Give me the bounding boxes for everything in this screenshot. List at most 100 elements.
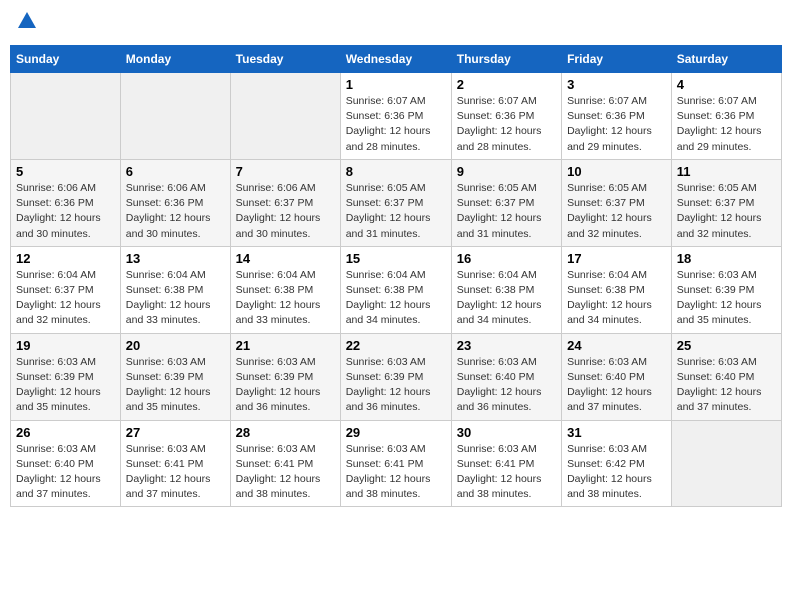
day-number: 19 xyxy=(16,338,115,353)
day-number: 20 xyxy=(126,338,225,353)
day-info: Sunrise: 6:05 AM Sunset: 6:37 PM Dayligh… xyxy=(457,181,556,242)
day-info: Sunrise: 6:06 AM Sunset: 6:37 PM Dayligh… xyxy=(236,181,335,242)
calendar-week-1: 1Sunrise: 6:07 AM Sunset: 6:36 PM Daylig… xyxy=(11,73,782,160)
weekday-header-wednesday: Wednesday xyxy=(340,46,451,73)
weekday-header-saturday: Saturday xyxy=(671,46,781,73)
calendar-cell: 3Sunrise: 6:07 AM Sunset: 6:36 PM Daylig… xyxy=(562,73,672,160)
weekday-header-row: SundayMondayTuesdayWednesdayThursdayFrid… xyxy=(11,46,782,73)
calendar-cell: 14 Sunrise: 6:04 AM Sunset: 6:38 PM Dayli… xyxy=(230,246,340,333)
calendar-cell xyxy=(120,73,230,160)
day-info: Sunrise: 6:04 AM Sunset: 6:38 PM Dayligh… xyxy=(457,268,556,329)
day-info: Sunrise: 6:05 AM Sunset: 6:37 PM Dayligh… xyxy=(567,181,666,242)
calendar-cell xyxy=(671,420,781,507)
calendar-week-4: 19 Sunrise: 6:03 AM Sunset: 6:39 PM Dayli… xyxy=(11,333,782,420)
day-info: Sunrise: 6:03 AM Sunset: 6:40 PM Dayligh… xyxy=(567,355,666,416)
weekday-header-tuesday: Tuesday xyxy=(230,46,340,73)
day-number: 31 xyxy=(567,425,666,440)
calendar-cell: 30 Sunrise: 6:03 AM Sunset: 6:41 PM Dayli… xyxy=(451,420,561,507)
calendar-cell: 16 Sunrise: 6:04 AM Sunset: 6:38 PM Dayli… xyxy=(451,246,561,333)
calendar-cell: 28 Sunrise: 6:03 AM Sunset: 6:41 PM Dayli… xyxy=(230,420,340,507)
day-number: 17 xyxy=(567,251,666,266)
day-number: 3 xyxy=(567,77,666,92)
day-info: Sunrise: 6:04 AM Sunset: 6:38 PM Dayligh… xyxy=(236,268,335,329)
calendar-cell: 26Sunrise: 6:03 AM Sunset: 6:40 PM Dayli… xyxy=(11,420,121,507)
day-number: 24 xyxy=(567,338,666,353)
calendar-week-3: 12 Sunrise: 6:04 AM Sunset: 6:37 PM Dayli… xyxy=(11,246,782,333)
day-info: Sunrise: 6:03 AM Sunset: 6:42 PM Dayligh… xyxy=(567,442,666,503)
day-info: Sunrise: 6:03 AM Sunset: 6:39 PM Dayligh… xyxy=(677,268,776,329)
day-info: Sunrise: 6:04 AM Sunset: 6:37 PM Dayligh… xyxy=(16,268,115,329)
day-info: Sunrise: 6:03 AM Sunset: 6:41 PM Dayligh… xyxy=(346,442,446,503)
page-header xyxy=(10,10,782,37)
day-info: Sunrise: 6:03 AM Sunset: 6:39 PM Dayligh… xyxy=(16,355,115,416)
day-info: Sunrise: 6:06 AM Sunset: 6:36 PM Dayligh… xyxy=(16,181,115,242)
calendar-cell: 6Sunrise: 6:06 AM Sunset: 6:36 PM Daylig… xyxy=(120,159,230,246)
day-info: Sunrise: 6:03 AM Sunset: 6:41 PM Dayligh… xyxy=(126,442,225,503)
day-number: 9 xyxy=(457,164,556,179)
calendar-cell xyxy=(230,73,340,160)
calendar-cell: 9 Sunrise: 6:05 AM Sunset: 6:37 PM Daylig… xyxy=(451,159,561,246)
day-number: 25 xyxy=(677,338,776,353)
day-number: 7 xyxy=(236,164,335,179)
calendar-cell: 22 Sunrise: 6:03 AM Sunset: 6:39 PM Dayli… xyxy=(340,333,451,420)
day-number: 30 xyxy=(457,425,556,440)
calendar-cell: 23Sunrise: 6:03 AM Sunset: 6:40 PM Dayli… xyxy=(451,333,561,420)
calendar-cell: 25 Sunrise: 6:03 AM Sunset: 6:40 PM Dayli… xyxy=(671,333,781,420)
calendar-cell: 15Sunrise: 6:04 AM Sunset: 6:38 PM Dayli… xyxy=(340,246,451,333)
logo-icon xyxy=(16,10,38,32)
calendar-cell: 7 Sunrise: 6:06 AM Sunset: 6:37 PM Daylig… xyxy=(230,159,340,246)
calendar-cell: 21Sunrise: 6:03 AM Sunset: 6:39 PM Dayli… xyxy=(230,333,340,420)
day-info: Sunrise: 6:03 AM Sunset: 6:40 PM Dayligh… xyxy=(16,442,115,503)
day-info: Sunrise: 6:03 AM Sunset: 6:39 PM Dayligh… xyxy=(126,355,225,416)
calendar-cell: 27Sunrise: 6:03 AM Sunset: 6:41 PM Dayli… xyxy=(120,420,230,507)
calendar-cell: 31 Sunrise: 6:03 AM Sunset: 6:42 PM Dayli… xyxy=(562,420,672,507)
calendar-cell: 5 Sunrise: 6:06 AM Sunset: 6:36 PM Daylig… xyxy=(11,159,121,246)
day-number: 16 xyxy=(457,251,556,266)
calendar-cell: 19 Sunrise: 6:03 AM Sunset: 6:39 PM Dayli… xyxy=(11,333,121,420)
day-number: 18 xyxy=(677,251,776,266)
weekday-header-sunday: Sunday xyxy=(11,46,121,73)
calendar-cell: 17 Sunrise: 6:04 AM Sunset: 6:38 PM Dayli… xyxy=(562,246,672,333)
day-number: 29 xyxy=(346,425,446,440)
day-info: Sunrise: 6:03 AM Sunset: 6:40 PM Dayligh… xyxy=(677,355,776,416)
day-number: 11 xyxy=(677,164,776,179)
day-number: 12 xyxy=(16,251,115,266)
weekday-header-thursday: Thursday xyxy=(451,46,561,73)
day-info: Sunrise: 6:07 AM Sunset: 6:36 PM Dayligh… xyxy=(677,94,776,155)
calendar-cell: 4Sunrise: 6:07 AM Sunset: 6:36 PM Daylig… xyxy=(671,73,781,160)
day-number: 14 xyxy=(236,251,335,266)
day-info: Sunrise: 6:07 AM Sunset: 6:36 PM Dayligh… xyxy=(457,94,556,155)
day-info: Sunrise: 6:03 AM Sunset: 6:39 PM Dayligh… xyxy=(346,355,446,416)
calendar-cell: 10 Sunrise: 6:05 AM Sunset: 6:37 PM Dayli… xyxy=(562,159,672,246)
calendar-cell: 13Sunrise: 6:04 AM Sunset: 6:38 PM Dayli… xyxy=(120,246,230,333)
day-number: 23 xyxy=(457,338,556,353)
day-info: Sunrise: 6:03 AM Sunset: 6:41 PM Dayligh… xyxy=(457,442,556,503)
calendar-cell: 1Sunrise: 6:07 AM Sunset: 6:36 PM Daylig… xyxy=(340,73,451,160)
day-info: Sunrise: 6:03 AM Sunset: 6:41 PM Dayligh… xyxy=(236,442,335,503)
day-number: 15 xyxy=(346,251,446,266)
day-info: Sunrise: 6:05 AM Sunset: 6:37 PM Dayligh… xyxy=(677,181,776,242)
day-number: 10 xyxy=(567,164,666,179)
calendar-cell: 29 Sunrise: 6:03 AM Sunset: 6:41 PM Dayli… xyxy=(340,420,451,507)
calendar-cell xyxy=(11,73,121,160)
day-number: 21 xyxy=(236,338,335,353)
calendar-cell: 12 Sunrise: 6:04 AM Sunset: 6:37 PM Dayli… xyxy=(11,246,121,333)
day-number: 22 xyxy=(346,338,446,353)
weekday-header-friday: Friday xyxy=(562,46,672,73)
calendar-table: SundayMondayTuesdayWednesdayThursdayFrid… xyxy=(10,45,782,507)
calendar-week-2: 5 Sunrise: 6:06 AM Sunset: 6:36 PM Daylig… xyxy=(11,159,782,246)
day-number: 8 xyxy=(346,164,446,179)
day-number: 28 xyxy=(236,425,335,440)
calendar-cell: 2 Sunrise: 6:07 AM Sunset: 6:36 PM Daylig… xyxy=(451,73,561,160)
day-info: Sunrise: 6:04 AM Sunset: 6:38 PM Dayligh… xyxy=(567,268,666,329)
day-number: 5 xyxy=(16,164,115,179)
calendar-cell: 24 Sunrise: 6:03 AM Sunset: 6:40 PM Dayli… xyxy=(562,333,672,420)
calendar-week-5: 26Sunrise: 6:03 AM Sunset: 6:40 PM Dayli… xyxy=(11,420,782,507)
day-info: Sunrise: 6:07 AM Sunset: 6:36 PM Dayligh… xyxy=(346,94,446,155)
day-number: 6 xyxy=(126,164,225,179)
day-number: 2 xyxy=(457,77,556,92)
weekday-header-monday: Monday xyxy=(120,46,230,73)
logo xyxy=(14,10,38,37)
day-info: Sunrise: 6:04 AM Sunset: 6:38 PM Dayligh… xyxy=(126,268,225,329)
calendar-cell: 18 Sunrise: 6:03 AM Sunset: 6:39 PM Dayli… xyxy=(671,246,781,333)
